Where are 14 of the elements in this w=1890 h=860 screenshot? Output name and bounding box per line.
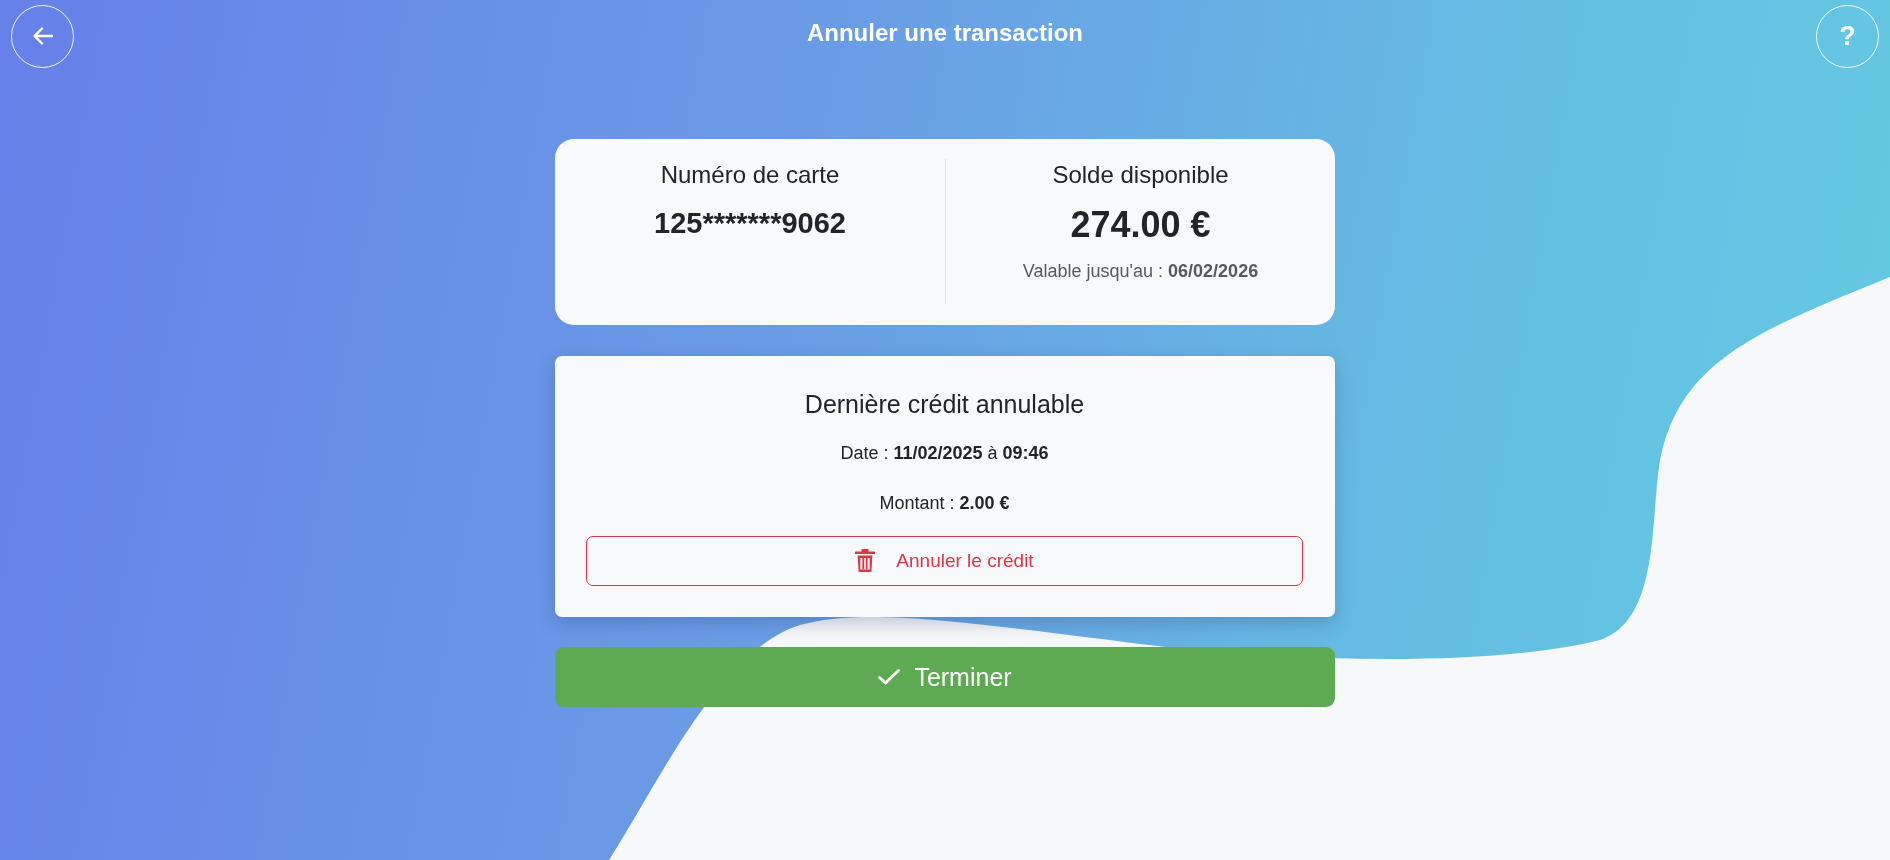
card-number-label: Numéro de carte — [660, 160, 840, 190]
left-arrow-icon — [32, 27, 53, 45]
section-title: Dernière crédit annulable — [804, 389, 1085, 420]
finish-button[interactable]: Terminer — [555, 647, 1335, 707]
balance-label: Solde disponible — [1052, 160, 1229, 190]
check-icon — [878, 669, 901, 685]
cancel-credit-button[interactable]: Annuler le crédit — [586, 536, 1303, 586]
trash-icon — [855, 549, 876, 573]
card-number-value: 125*******9062 — [654, 206, 846, 241]
validity-text: Valable jusqu'au : 06/02/2026 — [1022, 260, 1259, 283]
balance-amount: 274.00 € — [1070, 203, 1211, 247]
page-title: Annuler une transaction — [805, 19, 1084, 47]
date-text: Date : 11/02/2025 à 09:46 — [840, 442, 1049, 465]
amount-text: Montant : 2.00 € — [879, 492, 1010, 515]
